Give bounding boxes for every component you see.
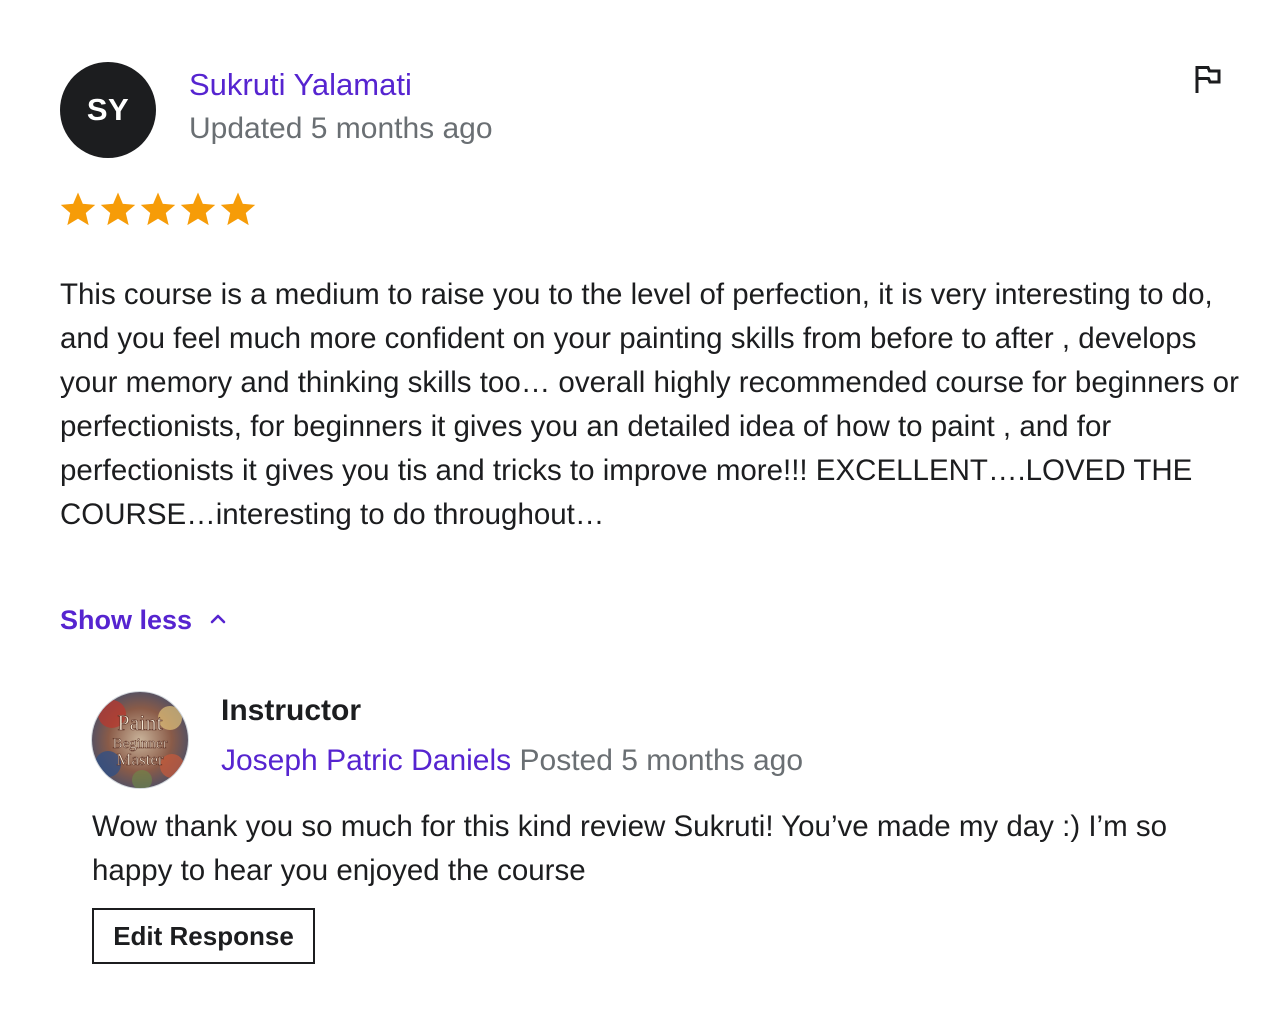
avatar-word-master: Master [116,750,164,769]
star-icon [140,192,176,226]
instructor-avatar: Paint Beginner Master [92,692,188,788]
reviewer-name: Sukruti Yalamati [189,67,412,102]
star-icon [220,192,256,226]
edit-response-button[interactable]: Edit Response [92,908,315,964]
star-rating [60,188,256,230]
response-text: Wow thank you so much for this kind revi… [92,810,1168,887]
chevron-up-icon [208,600,228,640]
flag-icon[interactable] [1190,62,1224,96]
star-icon [180,192,216,226]
updated-timestamp: Updated 5 months ago [189,112,493,145]
reviewer-avatar: SY [60,62,156,158]
review-text: This course is a medium to raise you to … [60,278,1239,531]
avatar-initials: SY [86,92,130,127]
star-icon [60,192,96,226]
posted-timestamp: Posted 5 months ago [519,744,804,777]
avatar-word-paint: Paint [117,710,162,735]
show-less-button[interactable]: Show less [60,600,228,640]
instructor-meta: Joseph Patric Daniels Posted 5 months ag… [221,742,803,780]
star-icon [100,192,136,226]
instructor-name: Joseph Patric Daniels [221,744,512,777]
show-less-label: Show less [60,605,193,635]
instructor-role-label: Instructor [221,694,362,727]
